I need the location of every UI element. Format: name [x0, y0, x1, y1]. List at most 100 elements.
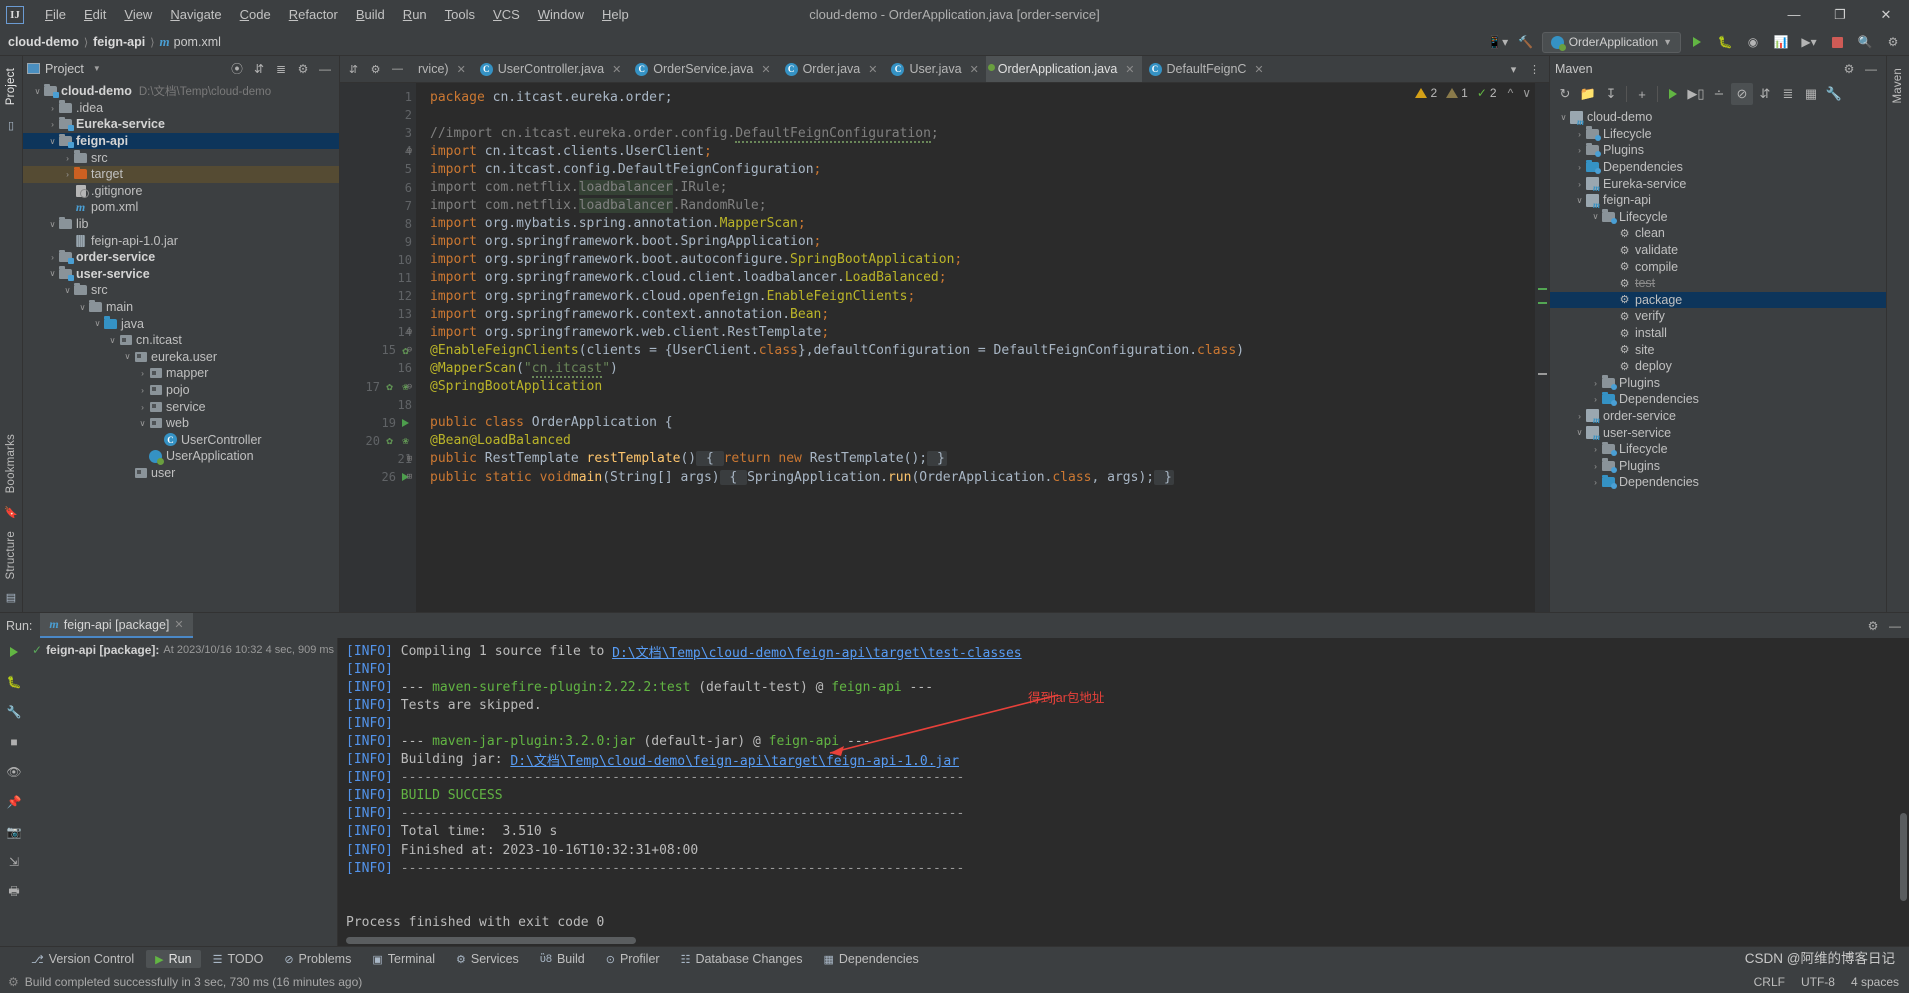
gutter-line[interactable]: 11 [340, 269, 416, 287]
editor-markers-bar[interactable] [1535, 83, 1549, 612]
stop-icon[interactable]: ■ [3, 732, 25, 752]
maven-item-clean[interactable]: ⚙ clean [1550, 225, 1886, 242]
prev-problem-icon[interactable]: ^ [1508, 86, 1514, 100]
pin-icon[interactable]: 📌 [3, 792, 25, 812]
gutter-line[interactable]: 20 ✿ ❀ [340, 432, 416, 450]
gutter-line[interactable]: 5 [340, 160, 416, 178]
tree-item-src[interactable]: › src [23, 149, 339, 166]
disclosure-triangle-icon[interactable]: ∨ [77, 302, 88, 313]
code-line[interactable]: public static void main (String[] args) {… [416, 468, 1535, 486]
collapse-all-icon[interactable]: ⇵ [1754, 83, 1776, 105]
menu-window[interactable]: Window [529, 4, 593, 25]
code-line[interactable]: import com.netflix.loadbalancer.RandomRu… [416, 197, 1535, 215]
tool-window-profiler[interactable]: ⊙ Profiler [597, 950, 669, 968]
disclosure-triangle-icon[interactable]: › [1590, 477, 1601, 487]
disclosure-triangle-icon[interactable]: › [137, 402, 148, 412]
tool-window-services[interactable]: ⚙ Services [447, 950, 528, 968]
code-line[interactable] [416, 106, 1535, 124]
tree-item-feign-api-1-0-jar[interactable]: feign-api-1.0.jar [23, 232, 339, 249]
maven-item-eureka-service[interactable]: › Eureka-service [1550, 175, 1886, 194]
disclosure-triangle-icon[interactable]: ∨ [1574, 427, 1585, 438]
gutter-line[interactable]: 8 [340, 215, 416, 233]
code-line[interactable]: import org.springframework.cloud.client.… [416, 269, 1535, 287]
tree-item-lib[interactable]: ∨ lib [23, 216, 339, 233]
tool-window-build[interactable]: ὒ8 Build [531, 950, 594, 968]
bookmark-icon[interactable]: 🔖 [4, 506, 18, 519]
more-vertical-icon[interactable]: ⋮ [1525, 59, 1544, 80]
close-tab-icon[interactable]: ✕ [970, 63, 979, 76]
gutter-line[interactable]: 7 [340, 197, 416, 215]
toggle-offline-icon[interactable]: ⊘ [1731, 83, 1753, 105]
gutter-line[interactable]: 14 ⊖ [340, 323, 416, 341]
editor-tab-user-java[interactable]: C User.java ✕ [884, 56, 985, 82]
expand-all-icon[interactable]: ≣ [1777, 83, 1799, 105]
maven-item-plugins[interactable]: › Plugins [1550, 142, 1886, 159]
code-line[interactable]: import org.springframework.boot.autoconf… [416, 251, 1535, 269]
menu-edit[interactable]: Edit [75, 4, 115, 25]
gutter-line[interactable]: 17 ✿ ❀ ⊖ [340, 378, 416, 396]
maven-item-verify[interactable]: ⚙ verify [1550, 308, 1886, 325]
tree-item-eureka-user[interactable]: ∨ eureka.user [23, 349, 339, 366]
disclosure-triangle-icon[interactable]: › [137, 368, 148, 378]
disclosure-triangle-icon[interactable]: › [1590, 461, 1601, 471]
close-button[interactable]: ✕ [1863, 0, 1909, 29]
menu-view[interactable]: View [115, 4, 161, 25]
gutter-line[interactable]: 21 ⊞ [340, 450, 416, 468]
profiler-icon[interactable]: 📊 [1769, 31, 1793, 53]
code-line[interactable]: import cn.itcast.clients.UserClient; [416, 142, 1535, 160]
maximize-button[interactable]: ❐ [1817, 0, 1863, 29]
gutter-line[interactable]: 16 [340, 359, 416, 377]
tree-item-order-service[interactable]: › order-service [23, 249, 339, 266]
add-maven-project-icon[interactable]: 📁 [1577, 83, 1599, 105]
tree-item-pom-xml[interactable]: m pom.xml [23, 199, 339, 216]
gutter-line[interactable]: 3 [340, 124, 416, 142]
file-path-link[interactable]: D:\文档\Temp\cloud-demo\feign-api\target\f… [510, 750, 959, 769]
gutter-line[interactable]: 9 [340, 233, 416, 251]
code-line[interactable]: import com.netflix.loadbalancer.IRule; [416, 178, 1535, 196]
disclosure-triangle-icon[interactable]: › [1574, 411, 1585, 421]
maven-item-dependencies[interactable]: › Dependencies [1550, 159, 1886, 176]
chevron-down-icon[interactable]: ▼ [93, 64, 101, 73]
gutter-line[interactable]: 6 [340, 178, 416, 196]
sidebar-tab-structure[interactable]: Structure [2, 525, 20, 585]
maven-item-deploy[interactable]: ⚙ deploy [1550, 358, 1886, 375]
maven-item-compile[interactable]: ⚙ compile [1550, 258, 1886, 275]
code-line[interactable]: import org.springframework.context.annot… [416, 305, 1535, 323]
menu-file[interactable]: File [36, 4, 75, 25]
disclosure-triangle-icon[interactable]: ∨ [62, 285, 73, 296]
fold-marker-icon[interactable]: ⊖ [405, 382, 414, 392]
close-tab-icon[interactable]: ✕ [1125, 63, 1134, 76]
spring-bean-gutter-icon[interactable]: ✿ [383, 380, 396, 393]
tree-item-eureka-service[interactable]: › Eureka-service [23, 116, 339, 133]
inspection-widget[interactable]: 2 1 ✓ 2 ^ ∨ [1415, 86, 1531, 100]
tree-item-cloud-demo[interactable]: ∨ cloud-demo D:\文档\Temp\cloud-demo [23, 83, 339, 100]
tree-item-userapplication[interactable]: UserApplication [23, 448, 339, 465]
code-line[interactable]: @MapperScan("cn.itcast") [416, 359, 1535, 378]
disclosure-triangle-icon[interactable]: › [47, 119, 58, 129]
maven-item-validate[interactable]: ⚙ validate [1550, 242, 1886, 259]
code-line[interactable]: public class OrderApplication { [416, 414, 1535, 432]
tool-window-problems[interactable]: ⊘ Problems [275, 950, 360, 968]
code-line[interactable]: import org.springframework.web.client.Re… [416, 323, 1535, 341]
hide-icon[interactable]: — [1885, 616, 1905, 636]
fold-marker-icon[interactable]: ⊖ [405, 146, 414, 156]
run-configuration-selector[interactable]: OrderApplication ▼ [1541, 31, 1681, 53]
editor-tab-defaultfeignc[interactable]: C DefaultFeignC ✕ [1142, 56, 1271, 82]
next-problem-icon[interactable]: ∨ [1522, 86, 1531, 100]
disclosure-triangle-icon[interactable]: › [47, 252, 58, 262]
maven-item-user-service[interactable]: ∨ user-service [1550, 424, 1886, 443]
close-tab-icon[interactable]: ✕ [457, 63, 466, 76]
disclosure-triangle-icon[interactable]: ∨ [137, 418, 148, 429]
tool-window-dependencies[interactable]: ▦ Dependencies [814, 950, 927, 968]
menu-help[interactable]: Help [593, 4, 638, 25]
file-encoding[interactable]: UTF-8 [1801, 975, 1835, 989]
editor-tab-rvice-[interactable]: rvice) ✕ [411, 56, 473, 82]
code-line[interactable] [416, 396, 1535, 414]
gutter-line[interactable]: 2 [340, 106, 416, 124]
code-line[interactable]: public RestTemplate restTemplate() { ret… [416, 450, 1535, 468]
disclosure-triangle-icon[interactable]: ∨ [1558, 112, 1569, 123]
disclosure-triangle-icon[interactable]: ∨ [1590, 211, 1601, 222]
disclosure-triangle-icon[interactable]: ∨ [92, 318, 103, 329]
debug-icon[interactable]: 🐛 [3, 672, 25, 692]
gutter-line[interactable]: 12 [340, 287, 416, 305]
